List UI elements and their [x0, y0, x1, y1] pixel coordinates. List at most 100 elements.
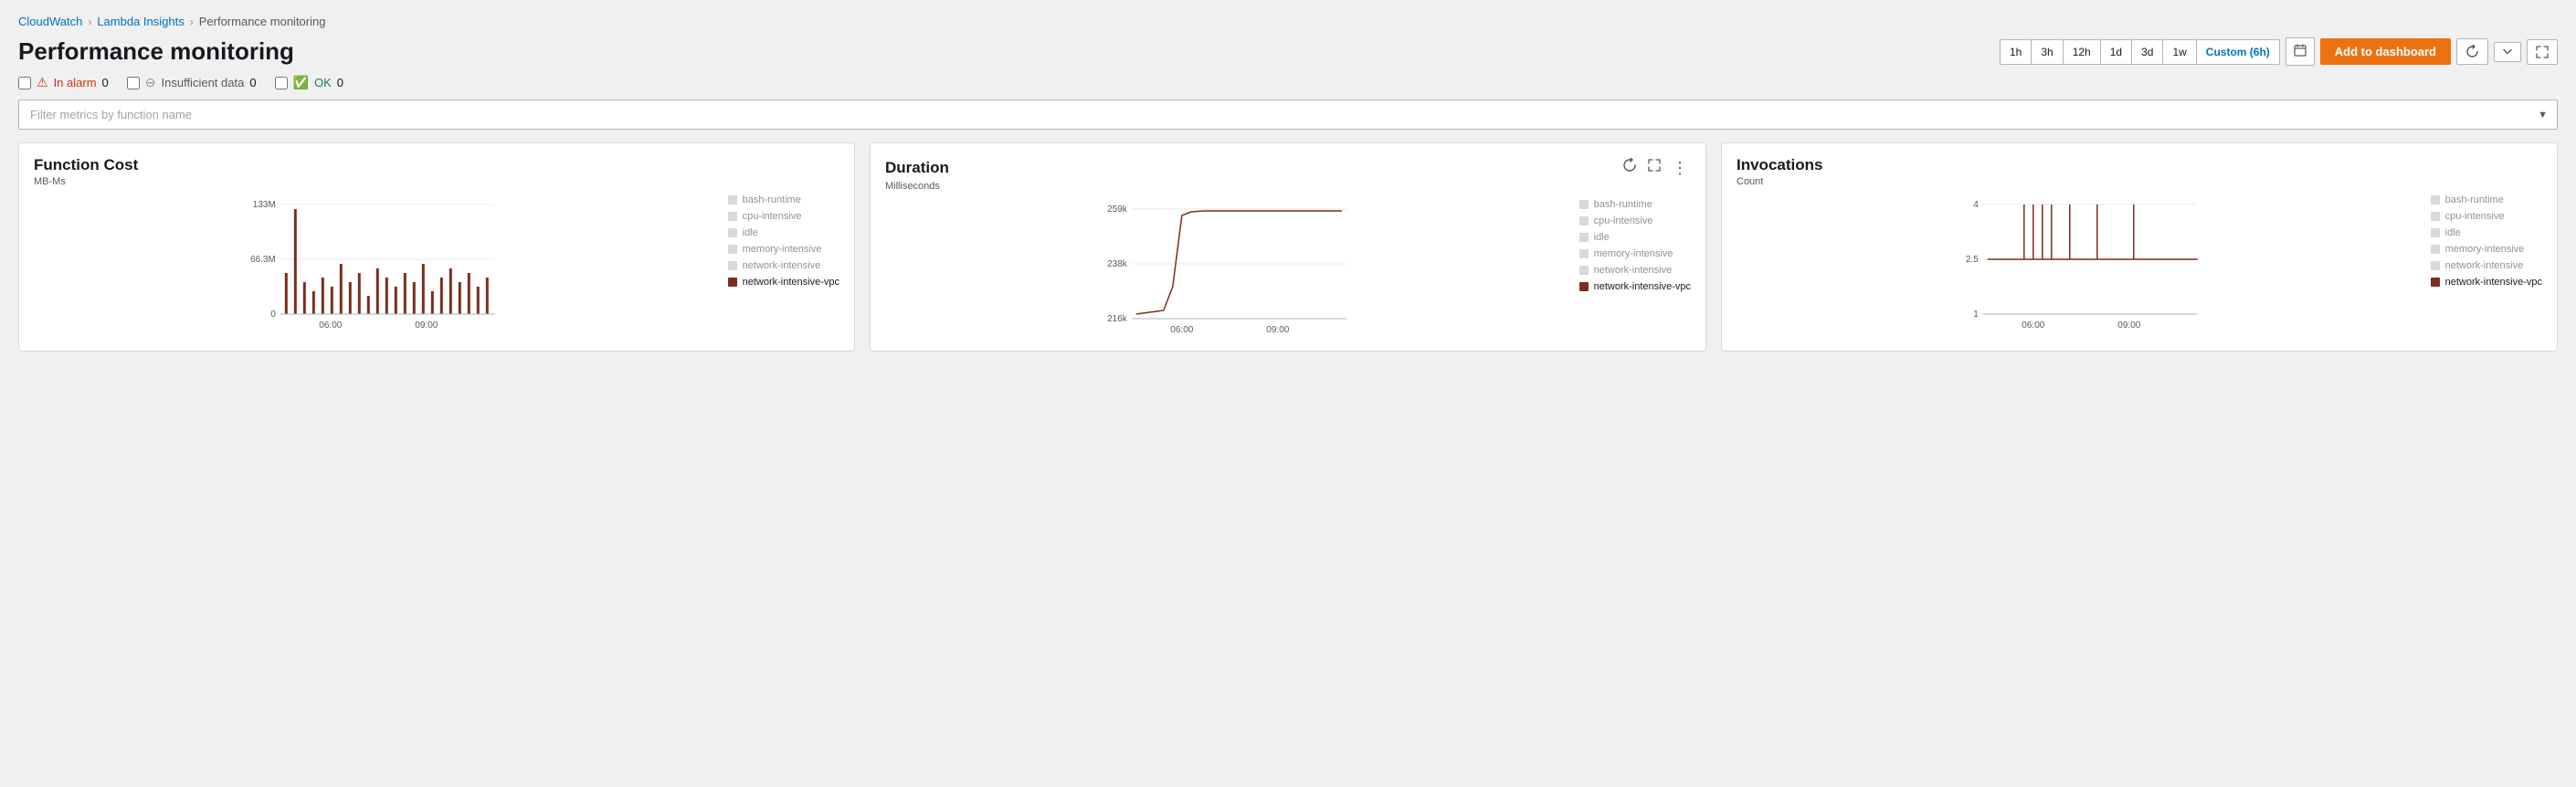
- legend-item: idle: [2431, 227, 2542, 238]
- chart-unit-duration: Milliseconds: [885, 181, 1691, 192]
- time-btn-custom[interactable]: Custom (6h): [2197, 40, 2279, 64]
- alarm-label-ok: OK: [314, 76, 332, 89]
- chart-actions-duration: ⋮: [1621, 156, 1691, 179]
- chart-header-invocations: Invocations: [1737, 156, 2542, 174]
- legend-label: idle: [2445, 227, 2461, 238]
- alarm-count-in-alarm: 0: [102, 76, 109, 89]
- legend-item: network-intensive: [1579, 265, 1691, 276]
- legend-item: bash-runtime: [1579, 199, 1691, 210]
- alarm-ok-icon: ✅: [293, 75, 309, 90]
- svg-text:06:00: 06:00: [319, 320, 342, 331]
- alarm-info-icon: ⊖: [145, 75, 156, 90]
- chart-unit-invocations: Count: [1737, 176, 2542, 187]
- breadcrumb-current: Performance monitoring: [199, 15, 326, 28]
- time-btn-3d[interactable]: 3d: [2132, 40, 2163, 64]
- legend-item: network-intensive-vpc: [728, 277, 839, 288]
- legend-dot: [728, 261, 737, 270]
- refresh-button[interactable]: [2456, 38, 2488, 65]
- expand-chart-icon[interactable]: [1646, 157, 1663, 178]
- calendar-icon-btn[interactable]: [2286, 37, 2315, 66]
- legend-label: network-intensive: [1594, 265, 1673, 276]
- chart-area-duration: 259k 238k 216k 06:00 09:00: [885, 195, 1570, 341]
- legend-label: bash-runtime: [1594, 199, 1652, 210]
- charts-grid: Function Cost MB-Ms 133M 66.3M 0: [18, 142, 2558, 352]
- svg-text:259k: 259k: [1107, 205, 1128, 215]
- add-to-dashboard-button[interactable]: Add to dashboard: [2320, 38, 2451, 65]
- legend-dot: [1579, 233, 1589, 242]
- legend-item: idle: [728, 227, 839, 238]
- legend-label-active: network-intensive-vpc: [2445, 277, 2542, 288]
- alarm-checkbox-insufficient[interactable]: [127, 77, 140, 89]
- legend-label: bash-runtime: [2445, 194, 2504, 205]
- legend-label: memory-intensive: [1594, 248, 1673, 259]
- chart-legend-function-cost: bash-runtime cpu-intensive idle memory-i…: [728, 191, 839, 337]
- chart-legend-duration: bash-runtime cpu-intensive idle memory-i…: [1579, 195, 1691, 341]
- legend-dot-active: [2431, 278, 2440, 287]
- legend-label: memory-intensive: [743, 244, 822, 255]
- chart-svg-function-cost: 133M 66.3M 0: [34, 191, 719, 337]
- chart-body-invocations: 4 2.5 1: [1737, 191, 2542, 337]
- legend-dot: [2431, 212, 2440, 221]
- legend-dot: [2431, 228, 2440, 237]
- legend-dot: [2431, 261, 2440, 270]
- chart-title-duration: Duration: [885, 159, 949, 177]
- legend-item: idle: [1579, 232, 1691, 243]
- legend-item: network-intensive-vpc: [1579, 281, 1691, 292]
- alarm-checkbox-ok[interactable]: [275, 77, 288, 89]
- legend-item: cpu-intensive: [2431, 211, 2542, 222]
- refresh-chart-icon[interactable]: [1621, 156, 1639, 179]
- svg-text:09:00: 09:00: [1266, 325, 1289, 335]
- chart-unit-function-cost: MB-Ms: [34, 176, 839, 187]
- time-btn-3h[interactable]: 3h: [2032, 40, 2063, 64]
- alarm-filters: ⚠ In alarm 0 ⊖ Insufficient data 0 ✅ OK …: [18, 75, 2558, 90]
- legend-label: memory-intensive: [2445, 244, 2525, 255]
- alarm-filter-insufficient[interactable]: ⊖ Insufficient data 0: [127, 75, 257, 90]
- alarm-label-insufficient: Insufficient data: [162, 76, 245, 89]
- legend-label: idle: [1594, 232, 1610, 243]
- legend-dot: [1579, 216, 1589, 226]
- filter-row: ▼: [18, 100, 2558, 130]
- chart-area-function-cost: 133M 66.3M 0: [34, 191, 719, 337]
- svg-text:06:00: 06:00: [1170, 325, 1193, 335]
- time-btn-1h[interactable]: 1h: [2001, 40, 2032, 64]
- svg-text:0: 0: [270, 310, 276, 320]
- svg-text:1: 1: [1973, 310, 1979, 320]
- legend-label-active: network-intensive-vpc: [743, 277, 839, 288]
- legend-item: memory-intensive: [1579, 248, 1691, 259]
- chart-svg-duration: 259k 238k 216k 06:00 09:00: [885, 195, 1570, 341]
- legend-label: cpu-intensive: [743, 211, 802, 222]
- time-btn-1w[interactable]: 1w: [2163, 40, 2196, 64]
- chart-card-function-cost: Function Cost MB-Ms 133M 66.3M 0: [18, 142, 855, 352]
- alarm-checkbox-in-alarm[interactable]: [18, 77, 31, 89]
- legend-label-active: network-intensive-vpc: [1594, 281, 1691, 292]
- svg-text:06:00: 06:00: [2022, 320, 2044, 331]
- chart-body-duration: 259k 238k 216k 06:00 09:00: [885, 195, 1691, 341]
- more-options-icon[interactable]: ⋮: [1670, 158, 1691, 178]
- legend-label: idle: [743, 227, 758, 238]
- legend-dot: [728, 212, 737, 221]
- alarm-count-ok: 0: [337, 76, 343, 89]
- legend-dot: [728, 245, 737, 254]
- chart-header-duration: Duration ⋮: [885, 156, 1691, 179]
- chart-legend-invocations: bash-runtime cpu-intensive idle memory-i…: [2431, 191, 2542, 337]
- legend-dot: [2431, 195, 2440, 205]
- breadcrumb-lambda-insights[interactable]: Lambda Insights: [97, 15, 184, 28]
- breadcrumb: CloudWatch › Lambda Insights › Performan…: [18, 15, 2558, 28]
- time-btn-1d[interactable]: 1d: [2101, 40, 2132, 64]
- svg-text:09:00: 09:00: [2117, 320, 2140, 331]
- svg-text:216k: 216k: [1107, 314, 1128, 324]
- breadcrumb-cloudwatch[interactable]: CloudWatch: [18, 15, 82, 28]
- filter-input[interactable]: [19, 100, 2557, 129]
- fullscreen-button[interactable]: [2527, 39, 2558, 65]
- alarm-filter-ok[interactable]: ✅ OK 0: [275, 75, 343, 90]
- alarm-filter-in-alarm[interactable]: ⚠ In alarm 0: [18, 75, 109, 90]
- legend-item: network-intensive: [728, 260, 839, 271]
- dropdown-arrow-button[interactable]: [2494, 42, 2521, 62]
- legend-label: cpu-intensive: [1594, 215, 1653, 226]
- legend-dot: [1579, 249, 1589, 258]
- legend-item: bash-runtime: [728, 194, 839, 205]
- svg-text:66.3M: 66.3M: [250, 255, 276, 265]
- legend-item: memory-intensive: [2431, 244, 2542, 255]
- time-btn-12h[interactable]: 12h: [2064, 40, 2101, 64]
- alarm-label-in-alarm: In alarm: [54, 76, 97, 89]
